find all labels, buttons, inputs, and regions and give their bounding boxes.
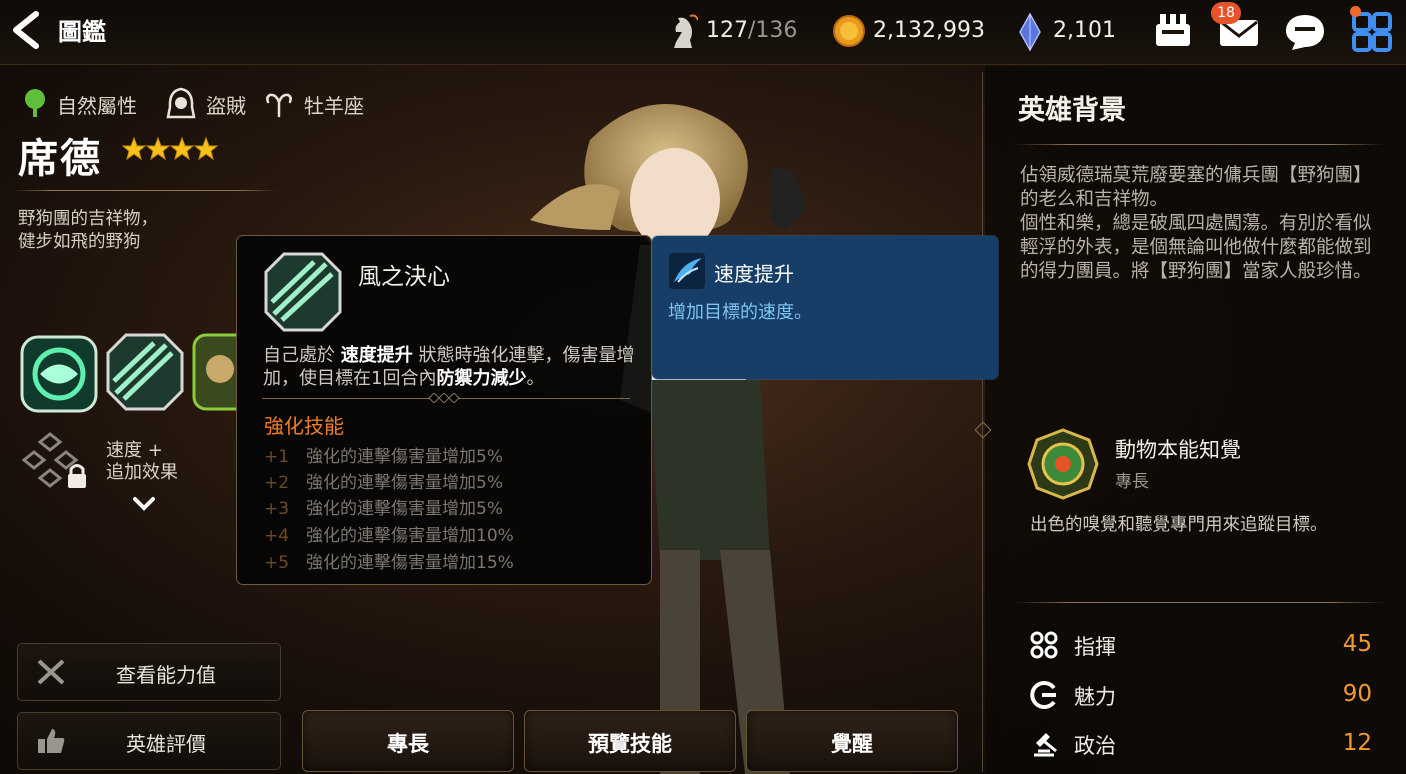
stats-divider xyxy=(1014,602,1386,603)
view-stats-button[interactable]: 查看能力值 xyxy=(17,643,281,701)
hero-tagline-line1: 野狗團的吉祥物， xyxy=(18,209,158,229)
buff-name: 速度提升 xyxy=(714,262,794,286)
stat-value: 45 xyxy=(1342,631,1372,657)
hero-zodiac: 牡羊座 xyxy=(304,94,364,118)
perk-description: 出色的嗅覺和聽覺專門用來追蹤目標。 xyxy=(1030,515,1328,535)
stat-row-charm: 魅力 90 xyxy=(1028,680,1378,710)
command-icon xyxy=(1030,631,1058,659)
stat-label: 指揮 xyxy=(1074,635,1116,659)
divider-ornament xyxy=(428,393,460,403)
awaken-rune-locked-icon[interactable] xyxy=(20,430,96,492)
background-divider xyxy=(1014,144,1386,145)
tab-awaken[interactable]: 覺醒 xyxy=(746,710,958,772)
stamina-counter: 127/136 xyxy=(706,18,798,43)
mail-badge: 18 xyxy=(1211,2,1241,24)
tab-awaken-label: 覺醒 xyxy=(831,732,873,756)
crystal-icon xyxy=(1019,12,1041,52)
tab-specialty-label: 專長 xyxy=(387,732,429,756)
hero-name: 席德 xyxy=(18,136,102,182)
gold-amount: 2,132,993 xyxy=(873,18,985,43)
skill-1-icon[interactable] xyxy=(20,335,98,413)
nature-tree-icon xyxy=(25,89,45,117)
tooltip-skill-name: 風之決心 xyxy=(358,264,450,290)
guild-icon[interactable] xyxy=(1152,10,1194,52)
enhance-row: +4 強化的連擊傷害量增加10% xyxy=(264,526,514,546)
gold-coin-icon xyxy=(833,15,865,47)
stamina-horse-icon xyxy=(674,14,698,48)
skill-2-icon[interactable] xyxy=(106,333,184,411)
thief-class-icon xyxy=(166,87,196,119)
charm-icon xyxy=(1030,681,1056,709)
hero-star-rating xyxy=(122,136,218,161)
menu-notification-dot xyxy=(1350,6,1361,17)
view-stats-label: 查看能力值 xyxy=(116,663,216,687)
hero-tagline: 野狗團的吉祥物， 健步如飛的野狗 xyxy=(18,208,158,254)
politics-icon xyxy=(1034,733,1057,757)
stat-row-politics: 政治 12 xyxy=(1028,729,1378,759)
crystal-amount: 2,101 xyxy=(1053,18,1116,43)
enhance-title: 強化技能 xyxy=(264,414,344,438)
awaken-line2: 追加效果 xyxy=(106,462,178,483)
hero-class: 盜賊 xyxy=(206,94,246,118)
hero-attribute: 自然屬性 xyxy=(57,94,137,118)
top-bar xyxy=(0,0,1406,65)
aries-zodiac-icon xyxy=(266,93,292,118)
awaken-effect-label: 速度 + 追加效果 xyxy=(106,440,178,484)
tab-preview-skills[interactable]: 預覽技能 xyxy=(524,710,736,772)
awaken-line1: 速度 + xyxy=(106,440,163,461)
stat-label: 政治 xyxy=(1074,734,1116,758)
speed-up-wing-icon xyxy=(669,253,705,289)
stat-value: 12 xyxy=(1342,730,1372,756)
back-arrow-icon[interactable] xyxy=(8,10,42,50)
chevron-down-icon[interactable] xyxy=(132,496,156,512)
enhance-row: +5 強化的連擊傷害量增加15% xyxy=(264,553,514,573)
tab-preview-skills-label: 預覽技能 xyxy=(588,732,672,756)
hero-tagline-line2: 健步如飛的野狗 xyxy=(18,232,141,252)
buff-description: 增加目標的速度。 xyxy=(668,302,812,323)
perk-type: 專長 xyxy=(1115,472,1149,492)
page-title: 圖鑑 xyxy=(58,18,106,46)
enhance-row: +2 強化的連擊傷害量增加5% xyxy=(264,473,503,493)
background-title: 英雄背景 xyxy=(1018,95,1126,126)
enhance-row: +3 強化的連擊傷害量增加5% xyxy=(264,499,503,519)
enhance-row: +1 強化的連擊傷害量增加5% xyxy=(264,447,503,467)
hero-divider xyxy=(12,190,278,191)
hero-review-button[interactable]: 英雄評價 xyxy=(17,712,281,770)
background-story: 佔領威德瑞莫荒廢要塞的傭兵團【野狗團】的老么和吉祥物。 個性和樂，總是破風四處闖… xyxy=(1020,165,1372,282)
animal-instinct-perk-icon[interactable] xyxy=(1027,428,1099,500)
skill-3-icon[interactable] xyxy=(192,333,238,411)
hero-review-label: 英雄評價 xyxy=(126,732,206,756)
tab-specialty[interactable]: 專長 xyxy=(302,710,514,772)
stat-row-command: 指揮 45 xyxy=(1028,630,1378,660)
perk-name: 動物本能知覺 xyxy=(1115,438,1241,462)
tooltip-description: 自己處於 速度提升 狀態時強化連擊，傷害量增加，使目標在1回合內防禦力減少。 xyxy=(263,345,635,389)
stat-label: 魅力 xyxy=(1074,685,1116,709)
stat-value: 90 xyxy=(1342,681,1372,707)
chat-icon[interactable] xyxy=(1284,12,1326,52)
wind-resolve-skill-icon xyxy=(264,252,342,332)
